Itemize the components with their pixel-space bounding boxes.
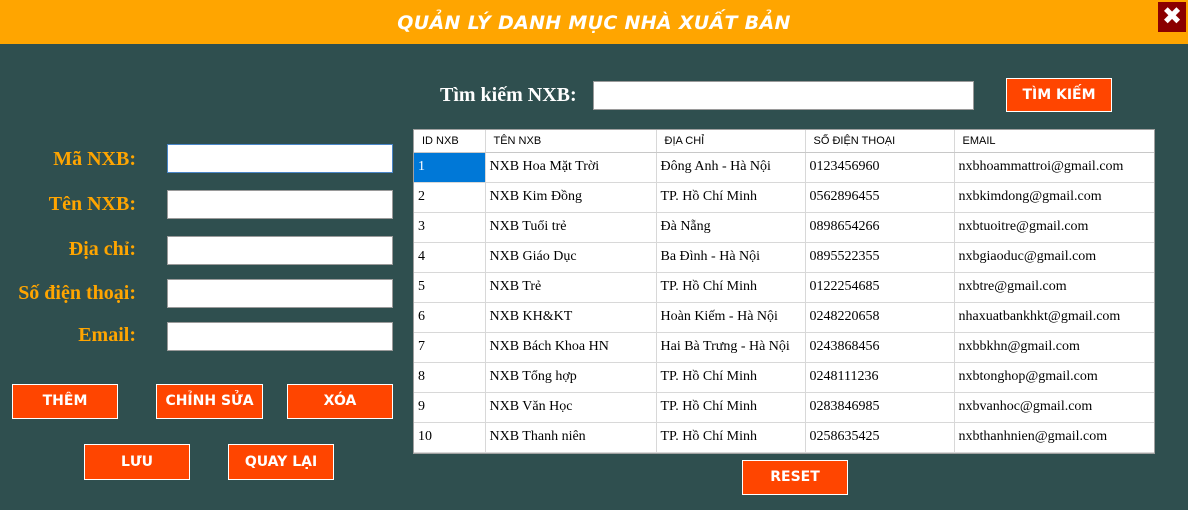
close-icon[interactable]: ✖: [1158, 2, 1186, 32]
table-row[interactable]: 9 NXB Văn Học TP. Hồ Chí Minh 0283846985 nxb…: [414, 392, 1154, 423]
cell-phone[interactable]: 0243868456: [805, 332, 955, 363]
cell-name[interactable]: NXB Kim Đồng: [485, 182, 657, 213]
table-header-row: ID NXB TÊN NXB ĐỊA CHỈ SỐ ĐIỆN THOẠI EMA…: [414, 130, 1154, 153]
phone-field[interactable]: [167, 279, 393, 308]
cell-email[interactable]: nxbbkhn@gmail.com: [954, 332, 1154, 363]
cell-address[interactable]: TP. Hồ Chí Minh: [656, 422, 806, 453]
cell-email[interactable]: nxbgiaoduc@gmail.com: [954, 242, 1154, 273]
cell-email[interactable]: nxbvanhoc@gmail.com: [954, 392, 1154, 423]
edit-button[interactable]: CHỈNH SỬA: [156, 384, 263, 419]
cell-id[interactable]: 7: [414, 332, 486, 363]
table-row[interactable]: 7 NXB Bách Khoa HN Hai Bà Trưng - Hà Nội 02…: [414, 332, 1154, 363]
cell-email[interactable]: nxbhoammattroi@gmail.com: [954, 152, 1154, 183]
table-row[interactable]: 10 NXB Thanh niên TP. Hồ Chí Minh 025863542…: [414, 422, 1154, 453]
cell-name[interactable]: NXB Tuổi trẻ: [485, 212, 657, 243]
email-field[interactable]: [167, 322, 393, 351]
cell-address[interactable]: TP. Hồ Chí Minh: [656, 182, 806, 213]
cell-id[interactable]: 4: [414, 242, 486, 273]
cell-id[interactable]: 3: [414, 212, 486, 243]
phone-label: Số điện thoại:: [18, 282, 136, 304]
publisher-table[interactable]: ID NXB TÊN NXB ĐỊA CHỈ SỐ ĐIỆN THOẠI EMA…: [413, 129, 1155, 454]
cell-id[interactable]: 2: [414, 182, 486, 213]
table-row[interactable]: 2 NXB Kim Đồng TP. Hồ Chí Minh 0562896455 nx…: [414, 182, 1154, 213]
search-button[interactable]: TÌM KIẾM: [1006, 78, 1112, 112]
cell-phone[interactable]: 0898654266: [805, 212, 955, 243]
cell-phone[interactable]: 0258635425: [805, 422, 955, 453]
cell-email[interactable]: nhaxuatbankhkt@gmail.com: [954, 302, 1154, 333]
cell-address[interactable]: Đà Nẵng: [656, 212, 806, 243]
cell-phone[interactable]: 0248220658: [805, 302, 955, 333]
column-header-email[interactable]: EMAIL: [954, 130, 1154, 153]
publisher-id-label: Mã NXB:: [53, 148, 136, 170]
cell-name[interactable]: NXB Trẻ: [485, 272, 657, 303]
window-title: QUẢN LÝ DANH MỤC NHÀ XUẤT BẢN: [397, 12, 791, 34]
table-row[interactable]: 5 NXB Trẻ TP. Hồ Chí Minh 0122254685 nxbtre@…: [414, 272, 1154, 303]
cell-name[interactable]: NXB Tổng hợp: [485, 362, 657, 393]
save-button[interactable]: LƯU: [84, 444, 190, 480]
add-button[interactable]: THÊM: [12, 384, 118, 419]
cell-name[interactable]: NXB Bách Khoa HN: [485, 332, 657, 363]
address-field[interactable]: [167, 236, 393, 265]
cell-email[interactable]: nxbtuoitre@gmail.com: [954, 212, 1154, 243]
table-row[interactable]: 4 NXB Giáo Dục Ba Đình - Hà Nội 0895522355 n…: [414, 242, 1154, 273]
cell-address[interactable]: Hoàn Kiếm - Hà Nội: [656, 302, 806, 333]
cell-name[interactable]: NXB Văn Học: [485, 392, 657, 423]
search-label: Tìm kiếm NXB:: [440, 84, 577, 106]
email-label: Email:: [78, 324, 136, 346]
cell-phone[interactable]: 0123456960: [805, 152, 955, 183]
cell-address[interactable]: Đông Anh - Hà Nội: [656, 152, 806, 183]
cell-id[interactable]: 8: [414, 362, 486, 393]
cell-id[interactable]: 10: [414, 422, 486, 453]
cell-name[interactable]: NXB Hoa Mặt Trời: [485, 152, 657, 183]
column-header-address[interactable]: ĐỊA CHỈ: [656, 130, 806, 153]
cell-phone[interactable]: 0122254685: [805, 272, 955, 303]
cell-id[interactable]: 5: [414, 272, 486, 303]
column-header-phone[interactable]: SỐ ĐIỆN THOẠI: [805, 130, 955, 153]
reset-button[interactable]: RESET: [742, 460, 848, 495]
search-input[interactable]: [593, 81, 974, 110]
table-row[interactable]: 8 NXB Tổng hợp TP. Hồ Chí Minh 0248111236 nx…: [414, 362, 1154, 393]
publisher-name-label: Tên NXB:: [48, 193, 136, 215]
cell-id[interactable]: 6: [414, 302, 486, 333]
publisher-name-field[interactable]: [167, 190, 393, 219]
cell-name[interactable]: NXB KH&KT: [485, 302, 657, 333]
cell-email[interactable]: nxbkimdong@gmail.com: [954, 182, 1154, 213]
cell-address[interactable]: Ba Đình - Hà Nội: [656, 242, 806, 273]
cell-phone[interactable]: 0283846985: [805, 392, 955, 423]
address-label: Địa chỉ:: [68, 238, 136, 260]
cell-phone[interactable]: 0895522355: [805, 242, 955, 273]
cell-name[interactable]: NXB Thanh niên: [485, 422, 657, 453]
column-header-name[interactable]: TÊN NXB: [485, 130, 657, 153]
publisher-id-field[interactable]: [167, 144, 393, 173]
cell-phone[interactable]: 0248111236: [805, 362, 955, 393]
cell-id[interactable]: 9: [414, 392, 486, 423]
table-row[interactable]: 6 NXB KH&KT Hoàn Kiếm - Hà Nội 0248220658 nh…: [414, 302, 1154, 333]
column-header-id[interactable]: ID NXB: [414, 130, 486, 153]
table-row[interactable]: 3 NXB Tuổi trẻ Đà Nẵng 0898654266 nxbtuoitre…: [414, 212, 1154, 243]
cell-address[interactable]: TP. Hồ Chí Minh: [656, 272, 806, 303]
back-button[interactable]: QUAY LẠI: [228, 444, 334, 480]
cell-email[interactable]: nxbtonghop@gmail.com: [954, 362, 1154, 393]
cell-email[interactable]: nxbthanhnien@gmail.com: [954, 422, 1154, 453]
delete-button[interactable]: XÓA: [287, 384, 393, 419]
cell-address[interactable]: Hai Bà Trưng - Hà Nội: [656, 332, 806, 363]
cell-email[interactable]: nxbtre@gmail.com: [954, 272, 1154, 303]
cell-phone[interactable]: 0562896455: [805, 182, 955, 213]
cell-name[interactable]: NXB Giáo Dục: [485, 242, 657, 273]
table-row[interactable]: 1 NXB Hoa Mặt Trời Đông Anh - Hà Nội 012345…: [414, 152, 1154, 183]
cell-address[interactable]: TP. Hồ Chí Minh: [656, 362, 806, 393]
cell-id[interactable]: 1: [414, 152, 486, 183]
cell-address[interactable]: TP. Hồ Chí Minh: [656, 392, 806, 423]
